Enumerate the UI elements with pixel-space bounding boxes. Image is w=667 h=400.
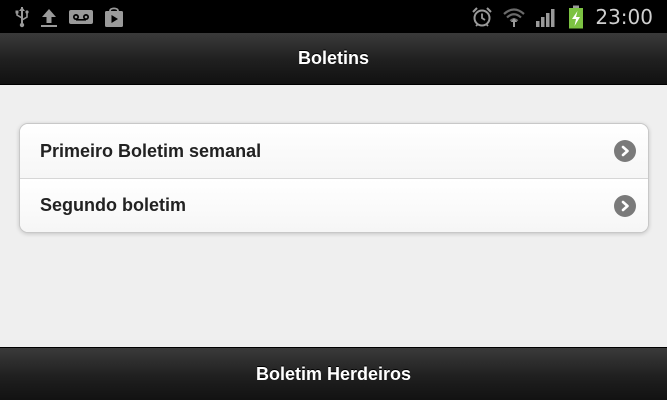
usb-icon: [14, 6, 30, 28]
battery-charging-icon: [568, 5, 584, 28]
signal-icon: [535, 6, 559, 28]
page-title: Boletins: [297, 48, 369, 68]
status-time: 23:00: [595, 4, 653, 29]
list-item-segundo-boletim[interactable]: Segundo boletim: [20, 178, 648, 232]
footer-title: Boletim Herdeiros: [255, 364, 412, 384]
status-notifications: [14, 6, 125, 28]
status-bar: 23:00: [0, 0, 667, 33]
chevron-right-icon: [614, 140, 636, 162]
app-screen: 23:00 Boletins Primeiro Boletim semanal …: [0, 0, 667, 400]
list-item-primeiro-boletim[interactable]: Primeiro Boletim semanal: [20, 124, 648, 178]
list-item-label: Segundo boletim: [40, 195, 186, 215]
list-item-label: Primeiro Boletim semanal: [40, 140, 262, 161]
bulletin-list: Primeiro Boletim semanal Segundo boletim: [19, 123, 649, 233]
alarm-icon: [471, 6, 493, 28]
upload-icon: [39, 6, 59, 28]
wifi-icon: [502, 6, 526, 28]
chevron-right-icon: [614, 194, 636, 217]
status-system: 23:00: [471, 5, 653, 29]
header-bar: Boletins: [0, 33, 667, 85]
voicemail-icon: [68, 6, 94, 28]
footer-bar: Boletim Herdeiros: [0, 347, 667, 400]
content-area: Primeiro Boletim semanal Segundo boletim: [0, 85, 667, 347]
play-store-icon: [103, 6, 125, 28]
